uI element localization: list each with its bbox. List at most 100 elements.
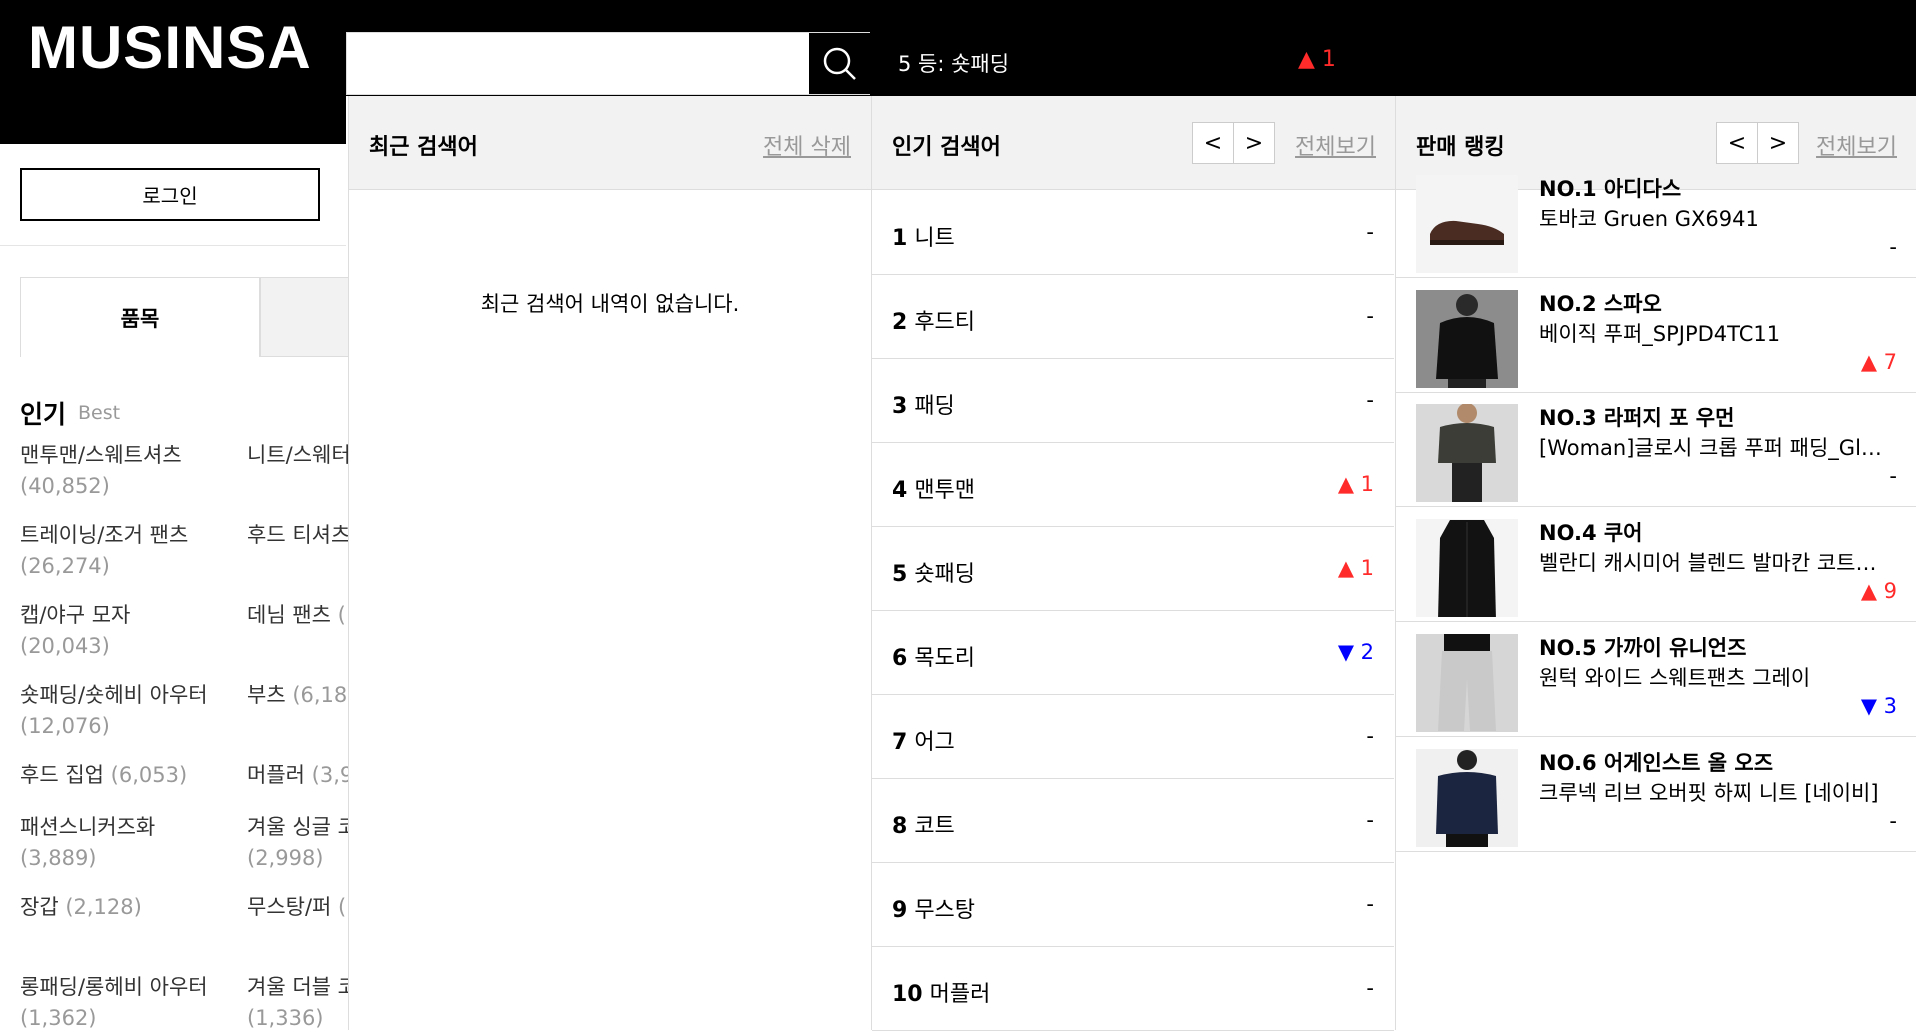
popular-keyword-row[interactable]: 8 코트 -	[872, 779, 1394, 863]
sweatpants-model-image[interactable]	[1416, 633, 1518, 732]
keyword-text: 어그	[914, 730, 955, 755]
popular-keyword-row[interactable]: 4 맨투맨 ▲ 1	[872, 443, 1394, 527]
ranking-brand: NO.6 어게인스트 올 오즈	[1539, 750, 1774, 775]
popular-keyword-row[interactable]: 6 목도리 ▼ 2	[872, 611, 1394, 695]
sneaker-image[interactable]	[1416, 175, 1518, 273]
category-count: (12,076)	[20, 714, 110, 738]
keyword-text: 목도리	[914, 646, 976, 671]
popular-keyword-row[interactable]: 9 무스탕 -	[872, 863, 1394, 947]
chevron-left-icon: <	[1203, 130, 1223, 156]
ranking-brand: NO.3 라퍼지 포 우먼	[1539, 406, 1735, 431]
ranking-product-name: 토바코 Gruen GX6941	[1539, 207, 1759, 231]
category-name: 장갑	[20, 895, 59, 919]
puffer-model-image[interactable]	[1416, 289, 1518, 388]
recent-title: 최근 검색어	[369, 135, 478, 160]
category-item[interactable]: 무스탕/퍼 (	[247, 892, 346, 923]
category-item[interactable]: 롱패딩/롱헤비 아우터 (1,362)	[20, 972, 208, 1030]
popular-prev-button[interactable]: <	[1192, 122, 1234, 164]
keyword-text: 숏패딩	[914, 562, 976, 587]
ranking-item[interactable]: NO.5 가까이 유니언즈 원턱 와이드 스웨트팬츠 그레이 ▼ 3	[1396, 622, 1916, 737]
category-name: 무스탕/퍼	[247, 895, 332, 919]
category-item[interactable]: 겨울 더블 코 (1,336)	[247, 972, 348, 1030]
popular-keyword-row[interactable]: 2 후드티 -	[872, 275, 1394, 359]
category-name: 숏패딩/숏헤비 아우터	[20, 683, 208, 707]
clear-all-link[interactable]: 전체 삭제	[763, 129, 851, 161]
rank-change: ▲ 9	[1860, 579, 1897, 604]
ranking-item[interactable]: NO.2 스파오 베이직 푸퍼_SPJPD4TC11 ▲ 7	[1396, 278, 1916, 393]
search-button[interactable]	[809, 33, 870, 94]
ranking-item[interactable]: NO.4 쿠어 벨란디 캐시미어 블렌드 발마칸 코트… ▲ 9	[1396, 507, 1916, 623]
ranking-item[interactable]: NO.6 어게인스트 올 오즈 크루넥 리브 오버핏 하찌 니트 [네이비] -	[1396, 737, 1916, 852]
category-name: 롱패딩/롱헤비 아우터	[20, 975, 208, 999]
category-name: 캡/야구 모자	[20, 603, 131, 627]
category-name: 트레이닝/조거 팬츠	[20, 523, 189, 547]
coat-image[interactable]	[1416, 519, 1518, 618]
rank-change: ▲ 1	[1337, 472, 1374, 496]
keyword-text: 패딩	[914, 394, 955, 419]
rank-change: -	[1366, 976, 1374, 1000]
coat-image-graphic	[1416, 519, 1518, 618]
ticker-change: ▲ 1	[1298, 47, 1336, 72]
popular-keyword-row[interactable]: 10 머플러 -	[872, 947, 1394, 1031]
keyword-label: 8 코트	[892, 808, 955, 840]
ranking-title: 판매 랭킹	[1416, 135, 1505, 160]
divider	[0, 245, 346, 246]
category-item[interactable]: 후드 티셔츠	[247, 520, 348, 551]
search-input[interactable]	[347, 33, 809, 94]
recent-header: 최근 검색어 전체 삭제	[349, 96, 871, 190]
ranking-brand: NO.5 가까이 유니언즈	[1539, 635, 1747, 660]
ranking-item[interactable]: NO.1 아디다스 토바코 Gruen GX6941 -	[1396, 163, 1916, 278]
category-item[interactable]: 부츠 (6,187	[247, 680, 348, 711]
popular-next-button[interactable]: >	[1233, 122, 1275, 164]
tab-product[interactable]: 품목	[20, 277, 260, 357]
rank-change: -	[1366, 388, 1374, 412]
keyword-label: 7 어그	[892, 724, 955, 756]
top-header: MUSINSA 5 등: 숏패딩 ▲ 1	[0, 0, 1916, 96]
category-item[interactable]: 패션스니커즈화 (3,889)	[20, 812, 155, 874]
category-name: 후드 집업	[20, 763, 104, 787]
category-item[interactable]: 트레이닝/조거 팬츠 (26,274)	[20, 520, 188, 582]
ranking-brand: NO.4 쿠어	[1539, 521, 1643, 546]
popular-keyword-row[interactable]: 7 어그 -	[872, 695, 1394, 779]
search-box	[346, 32, 870, 95]
trending-ticker[interactable]: 5 등: 숏패딩	[898, 48, 1009, 78]
ranking-prev-button[interactable]: <	[1716, 122, 1758, 164]
keyword-rank: 9	[892, 898, 908, 923]
category-name: 겨울 더블 코	[247, 975, 348, 999]
category-name: 후드 티셔츠	[247, 523, 348, 547]
category-item[interactable]: 데님 팬츠 (	[247, 600, 346, 631]
category-count: (20,043)	[20, 634, 110, 658]
popular-keyword-row[interactable]: 3 패딩 -	[872, 359, 1394, 443]
knit-model-image[interactable]	[1416, 748, 1518, 847]
popular-title: 인기	[20, 400, 67, 429]
category-item[interactable]: 후드 집업 (6,053)	[20, 760, 187, 791]
category-name: 데님 팬츠	[247, 603, 331, 627]
keyword-rank: 8	[892, 814, 908, 839]
keyword-text: 코트	[914, 814, 955, 839]
category-item[interactable]: 장갑 (2,128)	[20, 892, 142, 923]
category-count: (6,187	[292, 683, 348, 707]
category-item[interactable]: 겨울 싱글 코 (2,998)	[247, 812, 348, 874]
ranking-view-all-link[interactable]: 전체보기	[1816, 129, 1897, 161]
popular-keyword-row[interactable]: 5 숏패딩 ▲ 1	[872, 527, 1394, 611]
crop-puffer-model-image[interactable]	[1416, 404, 1518, 503]
keyword-label: 9 무스탕	[892, 892, 975, 924]
ranking-item[interactable]: NO.3 라퍼지 포 우먼 [Woman]글로시 크롭 푸퍼 패딩_Gl… -	[1396, 392, 1916, 508]
popular-view-all-link[interactable]: 전체보기	[1295, 129, 1376, 161]
category-item[interactable]: 캡/야구 모자 (20,043)	[20, 600, 130, 662]
category-item[interactable]: 니트/스웨터	[247, 440, 348, 471]
category-item[interactable]: 맨투맨/스웨트셔츠 (40,852)	[20, 440, 182, 502]
ranking-next-button[interactable]: >	[1757, 122, 1799, 164]
category-item[interactable]: 숏패딩/숏헤비 아우터 (12,076)	[20, 680, 208, 742]
category-name: 머플러	[247, 763, 305, 787]
category-count: (2,998)	[247, 846, 324, 870]
keyword-rank: 4	[892, 478, 908, 503]
keyword-text: 무스탕	[914, 898, 976, 923]
musinsa-logo[interactable]: MUSINSA	[28, 18, 312, 78]
category-count: (1,362)	[20, 1006, 97, 1030]
tab-brand[interactable]	[260, 277, 350, 357]
rank-change: -	[1366, 304, 1374, 328]
login-button[interactable]: 로그인	[20, 168, 320, 221]
popular-keyword-row[interactable]: 1 니트 -	[872, 191, 1394, 275]
category-item[interactable]: 머플러 (3,9	[247, 760, 348, 791]
